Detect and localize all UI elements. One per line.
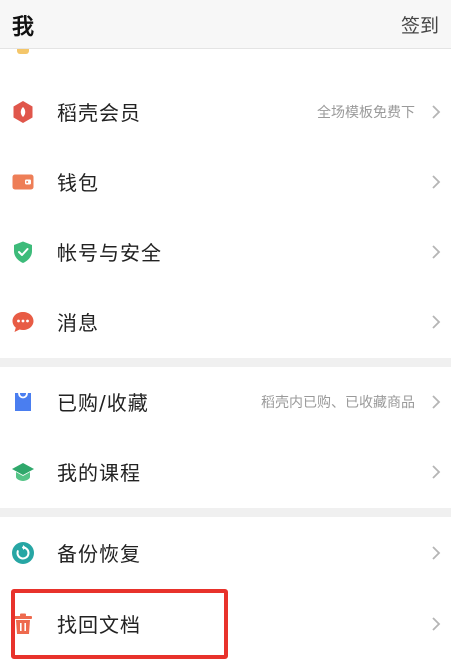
chevron-right-icon: [431, 314, 441, 330]
graduation-cap-icon: [11, 460, 35, 484]
chevron-right-icon: [431, 104, 441, 120]
wallet-icon: [11, 170, 35, 194]
partial-icon-above: [17, 49, 29, 54]
chevron-right-icon: [431, 244, 441, 260]
chevron-right-icon: [431, 394, 441, 410]
trash-icon: [11, 612, 35, 636]
menu-item-label: 已购/收藏: [57, 391, 149, 415]
menu-item-subtitle: 全场模板免费下: [317, 105, 415, 121]
menu-item-label: 找回文档: [57, 613, 141, 637]
page-title: 我: [12, 15, 35, 40]
menu-item-account-security[interactable]: 帐号与安全: [0, 217, 451, 287]
backup-restore-icon: [11, 541, 35, 565]
shopping-bag-icon: [11, 390, 35, 414]
menu-item-member[interactable]: 稻壳会员 全场模板免费下: [0, 77, 451, 147]
menu-item-wallet[interactable]: 钱包: [0, 147, 451, 217]
menu-item-label: 备份恢复: [57, 542, 141, 566]
section-divider: [0, 508, 451, 517]
section-divider: [0, 358, 451, 367]
shield-hex-icon: [11, 100, 35, 124]
menu-item-recover-documents[interactable]: 找回文档: [0, 589, 451, 659]
chevron-right-icon: [431, 616, 441, 632]
chat-bubble-icon: [11, 310, 35, 334]
menu-item-label: 钱包: [57, 171, 99, 195]
menu-item-my-courses[interactable]: 我的课程: [0, 437, 451, 507]
security-shield-icon: [11, 240, 35, 264]
top-header: 我 签到: [0, 0, 451, 49]
menu-item-label: 我的课程: [57, 461, 141, 485]
sign-in-button[interactable]: 签到: [401, 11, 439, 38]
chevron-right-icon: [431, 464, 441, 480]
menu-item-messages[interactable]: 消息: [0, 287, 451, 357]
menu-item-subtitle: 稻壳内已购、已收藏商品: [261, 395, 415, 411]
menu-item-label: 消息: [57, 311, 99, 335]
menu-item-purchased-favorites[interactable]: 已购/收藏 稻壳内已购、已收藏商品: [0, 367, 451, 437]
menu-item-backup-restore[interactable]: 备份恢复: [0, 518, 451, 588]
chevron-right-icon: [431, 174, 441, 190]
menu-item-label: 稻壳会员: [57, 101, 141, 125]
menu-item-label: 帐号与安全: [57, 241, 162, 265]
chevron-right-icon: [431, 545, 441, 561]
